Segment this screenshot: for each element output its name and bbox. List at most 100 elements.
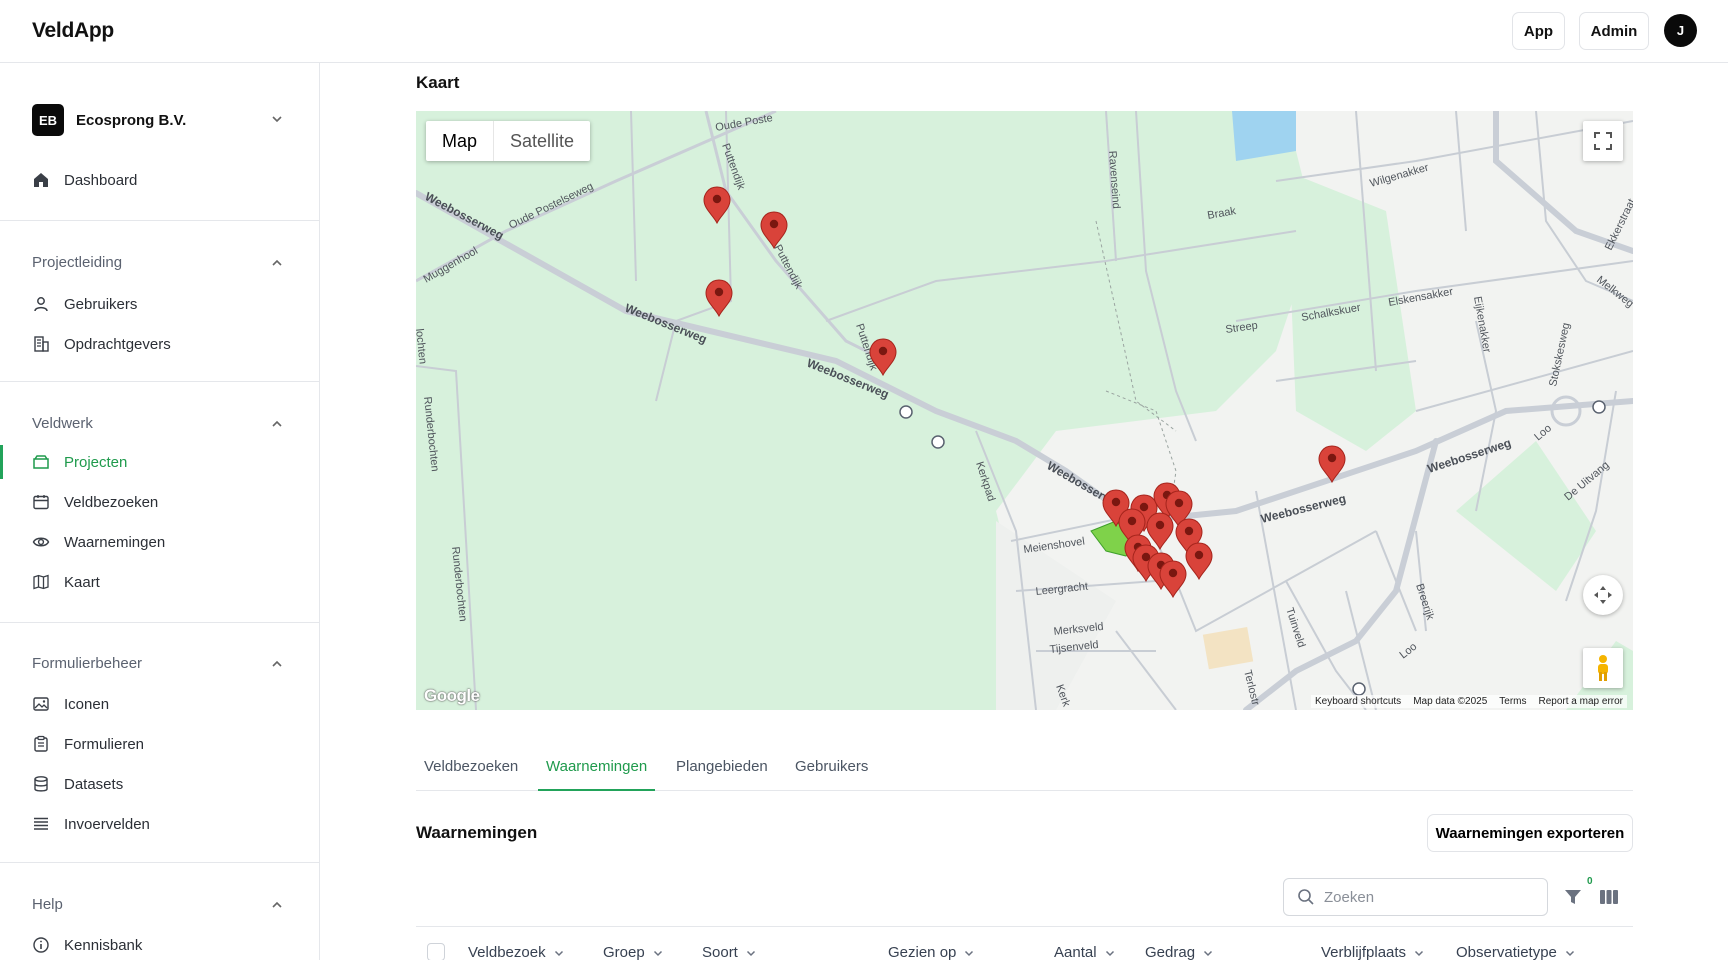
section-title: Waarnemingen	[416, 823, 538, 842]
app-logo[interactable]: VeldApp	[32, 19, 114, 43]
section-help[interactable]: Help	[32, 896, 63, 913]
sidebar-item-iconen[interactable]: Iconen	[32, 691, 109, 717]
column-label: Aantal	[1054, 944, 1097, 960]
map-type-satellite-button[interactable]: Satellite	[494, 121, 590, 161]
tab-veldbezoeken[interactable]: Veldbezoeken	[424, 758, 518, 775]
chevron-down-icon	[1565, 950, 1574, 956]
street-label: Streep	[1225, 320, 1259, 336]
column-header-veldbezoek[interactable]: Veldbezoek	[468, 944, 565, 960]
sidebar-item-waarnemingen[interactable]: Waarnemingen	[32, 529, 165, 555]
admin-button[interactable]: Admin	[1579, 12, 1649, 50]
building-icon	[34, 336, 49, 352]
sidebar-item-label: Datasets	[64, 775, 124, 793]
column-header-observatietype[interactable]: Observatietype	[1456, 944, 1576, 960]
tab-gebruikers[interactable]: Gebruikers	[795, 758, 868, 775]
sidebar-item-dashboard[interactable]: Dashboard	[32, 167, 137, 193]
sidebar-divider	[0, 622, 319, 623]
map-view[interactable]: Weebosserweg Weebosserweg Weebosserweg W…	[416, 111, 1633, 710]
terms-link[interactable]: Terms	[1499, 696, 1526, 707]
org-switcher[interactable]: EB Ecosprong B.V.	[32, 104, 284, 136]
keyboard-shortcuts-link[interactable]: Keyboard shortcuts	[1315, 696, 1401, 707]
street-view-pegman[interactable]	[1583, 648, 1623, 688]
report-error-link[interactable]: Report a map error	[1539, 696, 1623, 707]
chevron-up-icon[interactable]	[270, 256, 284, 270]
map-marker[interactable]	[760, 211, 788, 249]
map-camera-control[interactable]	[1583, 575, 1623, 615]
sidebar-item-label: Opdrachtgevers	[64, 335, 171, 353]
sidebar-item-label: Formulieren	[64, 735, 145, 753]
list-icon	[34, 817, 48, 830]
sidebar-item-kennisbank[interactable]: Kennisbank	[32, 932, 142, 958]
chevron-up-icon[interactable]	[270, 417, 284, 431]
app-button[interactable]: App	[1512, 12, 1565, 50]
user-avatar[interactable]: J	[1664, 14, 1697, 47]
google-logo: Google	[424, 686, 480, 705]
tab-bar: Veldbezoeken Waarnemingen Plangebieden G…	[416, 745, 1633, 791]
chevron-down-icon	[965, 950, 974, 956]
street-label: Oude Postelseweg	[507, 180, 595, 231]
sidebar-item-projecten[interactable]: Projecten	[32, 449, 127, 475]
column-header-soort[interactable]: Soort	[702, 944, 757, 960]
column-header-verblijfplaats[interactable]: Verblijfplaats	[1321, 944, 1425, 960]
map-canvas[interactable]: Weebosserweg Weebosserweg Weebosserweg W…	[416, 111, 1633, 710]
chevron-up-icon[interactable]	[270, 657, 284, 671]
street-label: Puttendijk	[771, 243, 805, 292]
column-label: Groep	[603, 944, 645, 960]
street-label: Weebosserweg	[423, 189, 507, 242]
select-all-checkbox[interactable]	[427, 943, 445, 960]
columns-icon[interactable]	[1599, 888, 1619, 906]
folder-icon	[33, 455, 49, 469]
street-label: Weebosserweg	[623, 301, 709, 347]
sidebar-divider	[0, 220, 319, 221]
map-section-title: Kaart	[416, 73, 460, 92]
section-veldwerk[interactable]: Veldwerk	[32, 415, 93, 432]
sidebar-item-label: Iconen	[64, 695, 110, 713]
street-label: Runderbochten	[449, 546, 469, 622]
chevron-up-icon[interactable]	[270, 898, 284, 912]
sidebar-item-label: Projecten	[64, 453, 128, 471]
map-marker[interactable]	[705, 279, 733, 317]
filter-icon[interactable]	[1563, 887, 1583, 907]
sidebar-item-opdrachtgevers[interactable]: Opdrachtgevers	[32, 331, 171, 357]
sidebar-item-kaart[interactable]: Kaart	[32, 569, 100, 595]
database-icon	[34, 776, 48, 792]
sidebar-item-invoervelden[interactable]: Invoervelden	[32, 811, 150, 837]
sidebar-item-veldbezoeken[interactable]: Veldbezoeken	[32, 489, 158, 515]
chevron-down-icon	[1105, 950, 1114, 956]
sidebar-item-formulieren[interactable]: Formulieren	[32, 731, 144, 757]
chevron-down-icon	[653, 950, 662, 956]
street-label: Muggenhool	[422, 245, 480, 286]
active-tab-underline	[538, 789, 655, 791]
column-label: Veldbezoek	[468, 944, 546, 960]
sidebar-item-label: Gebruikers	[64, 295, 138, 313]
street-label: Runderbochten	[421, 396, 441, 472]
sidebar-item-datasets[interactable]: Datasets	[32, 771, 123, 797]
column-label: Gezien op	[888, 944, 957, 960]
chevron-down-icon	[1415, 950, 1424, 956]
user-icon	[34, 297, 48, 312]
section-formulierbeheer[interactable]: Formulierbeheer	[32, 655, 142, 672]
search-field[interactable]	[1283, 878, 1548, 916]
info-icon	[33, 937, 49, 953]
fullscreen-button[interactable]	[1583, 121, 1623, 161]
tab-plangebieden[interactable]: Plangebieden	[676, 758, 768, 775]
map-data-text: Map data ©2025	[1413, 696, 1488, 707]
search-icon	[1298, 889, 1314, 905]
sidebar-divider	[0, 381, 319, 382]
tab-waarnemingen[interactable]: Waarnemingen	[546, 758, 647, 775]
column-label: Observatietype	[1456, 944, 1557, 960]
column-header-gedrag[interactable]: Gedrag	[1145, 944, 1214, 960]
sidebar-item-gebruikers[interactable]: Gebruikers	[32, 291, 137, 317]
sidebar-item-label: Veldbezoeken	[64, 493, 159, 511]
section-projectleiding[interactable]: Projectleiding	[32, 254, 122, 271]
org-badge: EB	[32, 104, 64, 136]
search-input[interactable]	[1324, 888, 1524, 906]
column-header-aantal[interactable]: Aantal	[1054, 944, 1116, 960]
map-type-map-button[interactable]: Map	[426, 121, 495, 161]
export-button[interactable]: Waarnemingen exporteren	[1427, 814, 1633, 852]
column-header-groep[interactable]: Groep	[603, 944, 664, 960]
sidebar-divider	[0, 862, 319, 863]
map-marker[interactable]	[703, 186, 731, 224]
sidebar-item-label: Invoervelden	[64, 815, 150, 833]
column-header-gezien-op[interactable]: Gezien op	[888, 944, 975, 960]
